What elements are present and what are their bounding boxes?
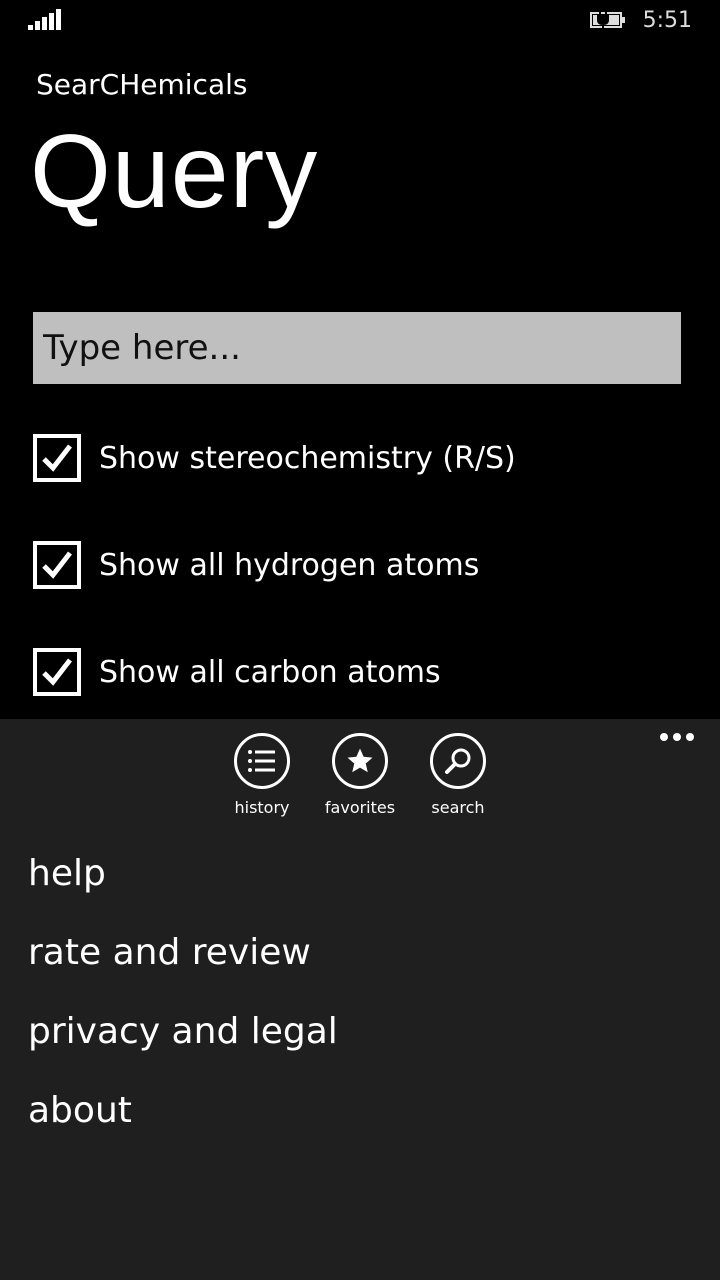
favorites-button[interactable]: favorites [310, 733, 410, 817]
search-button[interactable]: search [408, 733, 508, 817]
app-bar-menu: help rate and review privacy and legal a… [28, 849, 338, 1165]
star-icon [347, 748, 373, 773]
history-list-icon [248, 750, 275, 772]
checkmark-icon [42, 658, 72, 686]
stereochemistry-checkbox[interactable] [33, 434, 81, 482]
carbon-option[interactable]: Show all carbon atoms [33, 648, 441, 696]
status-bar: 5:51 [0, 0, 720, 44]
stereochemistry-option[interactable]: Show stereochemistry (R/S) [33, 434, 516, 482]
menu-item-about[interactable]: about [28, 1086, 338, 1165]
hydrogen-checkbox[interactable] [33, 541, 81, 589]
query-input[interactable] [33, 312, 681, 384]
app-bar: history favorites search help rate and r… [0, 719, 720, 1280]
menu-item-rate-and-review[interactable]: rate and review [28, 928, 338, 1007]
menu-item-privacy-and-legal[interactable]: privacy and legal [28, 1007, 338, 1086]
checkmark-icon [42, 444, 72, 472]
clock: 5:51 [642, 8, 692, 33]
menu-item-help[interactable]: help [28, 849, 338, 928]
battery-charging-icon [590, 12, 625, 28]
carbon-checkbox[interactable] [33, 648, 81, 696]
search-icon [445, 748, 471, 774]
history-button[interactable]: history [212, 733, 312, 817]
more-options-icon[interactable] [660, 733, 694, 743]
signal-bars-icon [28, 8, 64, 30]
favorites-label: favorites [324, 798, 396, 817]
stereochemistry-label: Show stereochemistry (R/S) [99, 440, 516, 476]
history-label: history [234, 798, 290, 817]
hydrogen-option[interactable]: Show all hydrogen atoms [33, 541, 479, 589]
checkmark-icon [42, 551, 72, 579]
hydrogen-label: Show all hydrogen atoms [99, 547, 480, 583]
search-label: search [431, 798, 485, 817]
page-title: Query [30, 114, 319, 230]
app-name: SearCHemicals [36, 68, 248, 101]
carbon-label: Show all carbon atoms [99, 654, 441, 690]
